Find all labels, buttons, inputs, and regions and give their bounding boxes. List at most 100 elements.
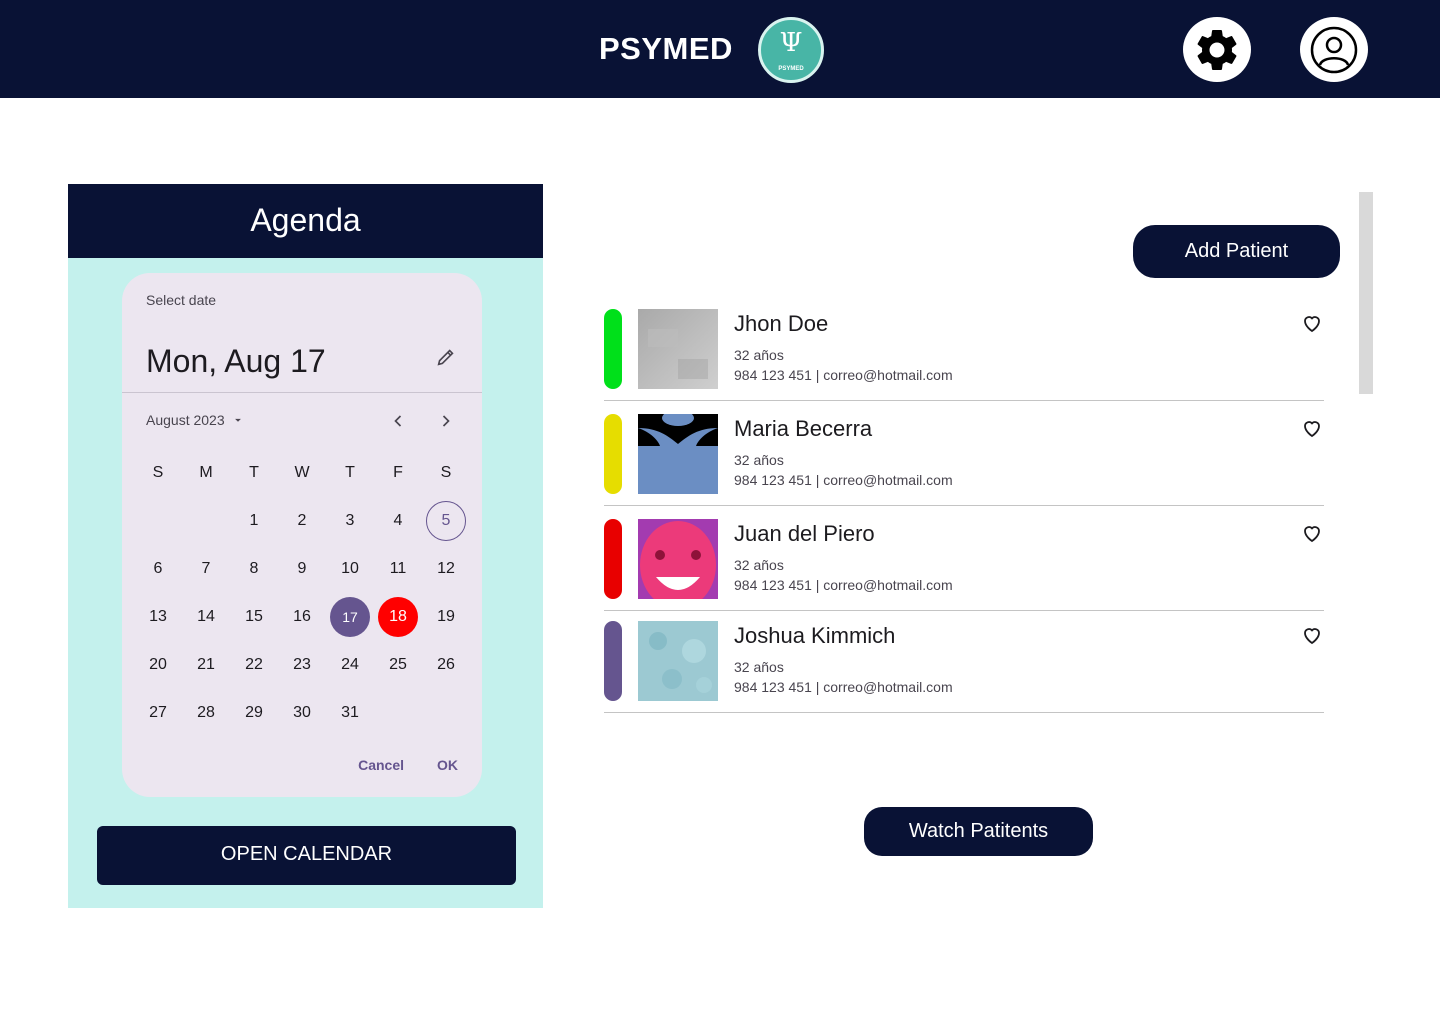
patient-name: Joshua Kimmich <box>734 623 896 648</box>
edit-date-button[interactable] <box>432 343 460 371</box>
calendar-day-number: 15 <box>245 608 263 625</box>
calendar-day-number: 5 <box>426 501 466 541</box>
calendar-day[interactable]: 28 <box>182 689 230 737</box>
calendar-day-number: 24 <box>341 656 359 673</box>
calendar-day[interactable]: 8 <box>230 545 278 593</box>
calendar-day-number: 20 <box>149 656 167 673</box>
logo-text: PSYMED <box>778 66 804 72</box>
previous-month-button[interactable] <box>386 409 410 433</box>
open-calendar-button[interactable]: OPEN CALENDAR <box>97 826 516 885</box>
calendar-day-number: 2 <box>297 512 307 529</box>
weekday-label: T <box>345 464 355 481</box>
chevron-left-icon <box>394 415 402 427</box>
calendar-day[interactable]: 16 <box>278 593 326 641</box>
heart-icon[interactable] <box>1300 311 1324 335</box>
calendar-day[interactable]: 2 <box>278 497 326 545</box>
calendar-day[interactable]: 21 <box>182 641 230 689</box>
heart-icon[interactable] <box>1300 623 1324 647</box>
patient-photo <box>638 414 718 494</box>
heart-icon[interactable] <box>1300 521 1324 545</box>
user-icon <box>1310 26 1358 73</box>
calendar-day[interactable]: 20 <box>134 641 182 689</box>
patient-photo <box>638 309 718 389</box>
settings-button[interactable] <box>1183 17 1251 82</box>
selected-date-headline: Mon, Aug 17 <box>146 343 326 379</box>
patient-age: 32 años <box>734 452 784 468</box>
calendar-day[interactable]: 13 <box>134 593 182 641</box>
calendar-day-number: 11 <box>389 560 407 577</box>
calendar-day[interactable]: 6 <box>134 545 182 593</box>
patient-name: Jhon Doe <box>734 311 829 336</box>
calendar-day[interactable]: 11 <box>374 545 422 593</box>
calendar-day-number: 6 <box>153 560 163 577</box>
caret-down-icon <box>234 418 241 422</box>
month-label: August 2023 <box>146 412 225 428</box>
calendar-day[interactable]: 14 <box>182 593 230 641</box>
brain-logo-icon: Ψ PSYMED <box>758 17 824 83</box>
top-bar: PSYMED Ψ PSYMED <box>0 0 1440 98</box>
patient-photo <box>638 519 718 599</box>
patient-row[interactable]: Juan del Piero 32 años 984 123 451 | cor… <box>604 519 1324 611</box>
calendar-day-number: 3 <box>345 512 355 529</box>
weekday-label: S <box>152 464 164 481</box>
weekday-label: F <box>393 464 403 481</box>
patient-name: Juan del Piero <box>734 521 875 546</box>
calendar-day-number: 12 <box>437 560 455 577</box>
calendar-day[interactable]: 30 <box>278 689 326 737</box>
patient-row[interactable]: Maria Becerra 32 años 984 123 451 | corr… <box>604 414 1324 506</box>
add-patient-button[interactable]: Add Patient <box>1133 225 1340 278</box>
watch-patients-button[interactable]: Watch Patitents <box>864 807 1093 856</box>
calendar-day[interactable]: 29 <box>230 689 278 737</box>
calendar-day-number: 26 <box>437 656 455 673</box>
calendar-day-number: 19 <box>437 608 455 625</box>
calendar-day[interactable]: 31 <box>326 689 374 737</box>
ok-button[interactable]: OK <box>437 757 458 773</box>
calendar-day[interactable]: 7 <box>182 545 230 593</box>
agenda-title: Agenda <box>68 184 543 258</box>
weekday-label: W <box>294 464 310 481</box>
calendar-day[interactable]: 9 <box>278 545 326 593</box>
calendar-day[interactable]: 3 <box>326 497 374 545</box>
calendar-day-number: 21 <box>197 656 215 673</box>
calendar-day-number: 17 <box>330 597 370 637</box>
status-color-tag <box>604 309 622 389</box>
calendar-day[interactable]: 24 <box>326 641 374 689</box>
calendar-day-number: 10 <box>341 560 359 577</box>
calendar-day[interactable]: 4 <box>374 497 422 545</box>
calendar-day-number: 25 <box>389 656 407 673</box>
calendar-day[interactable]: 25 <box>374 641 422 689</box>
month-year-selector[interactable]: August 2023 <box>146 412 245 428</box>
calendar-day-number: 29 <box>245 704 263 721</box>
heart-icon[interactable] <box>1300 416 1324 440</box>
scrollbar[interactable] <box>1359 192 1373 394</box>
picker-divider <box>122 392 482 393</box>
weekday-label: M <box>199 464 213 481</box>
calendar-day-number: 30 <box>293 704 311 721</box>
patient-row[interactable]: Joshua Kimmich 32 años 984 123 451 | cor… <box>604 621 1324 713</box>
calendar-day[interactable]: 12 <box>422 545 470 593</box>
calendar-day[interactable]: 19 <box>422 593 470 641</box>
next-month-button[interactable] <box>434 409 458 433</box>
calendar-blank <box>182 497 230 545</box>
profile-button[interactable] <box>1300 17 1368 82</box>
calendar-day[interactable]: 27 <box>134 689 182 737</box>
status-color-tag <box>604 519 622 599</box>
calendar-day[interactable]: 10 <box>326 545 374 593</box>
calendar-day[interactable]: 26 <box>422 641 470 689</box>
weekday-label: T <box>249 464 259 481</box>
calendar-blank <box>134 497 182 545</box>
gear-icon <box>1197 29 1237 70</box>
calendar-day[interactable]: 5 <box>422 497 470 545</box>
calendar-day[interactable]: 17 <box>326 593 374 641</box>
calendar-day[interactable]: 23 <box>278 641 326 689</box>
calendar-day[interactable]: 1 <box>230 497 278 545</box>
patient-row[interactable]: Jhon Doe 32 años 984 123 451 | correo@ho… <box>604 309 1324 401</box>
weekday-label: S <box>440 464 452 481</box>
patient-age: 32 años <box>734 557 784 573</box>
calendar-day[interactable]: 22 <box>230 641 278 689</box>
calendar-day[interactable]: 15 <box>230 593 278 641</box>
cancel-button[interactable]: Cancel <box>358 757 404 773</box>
calendar-day[interactable]: 18 <box>374 593 422 641</box>
calendar-day-number: 27 <box>149 704 167 721</box>
patient-contact: 984 123 451 | correo@hotmail.com <box>734 472 953 488</box>
